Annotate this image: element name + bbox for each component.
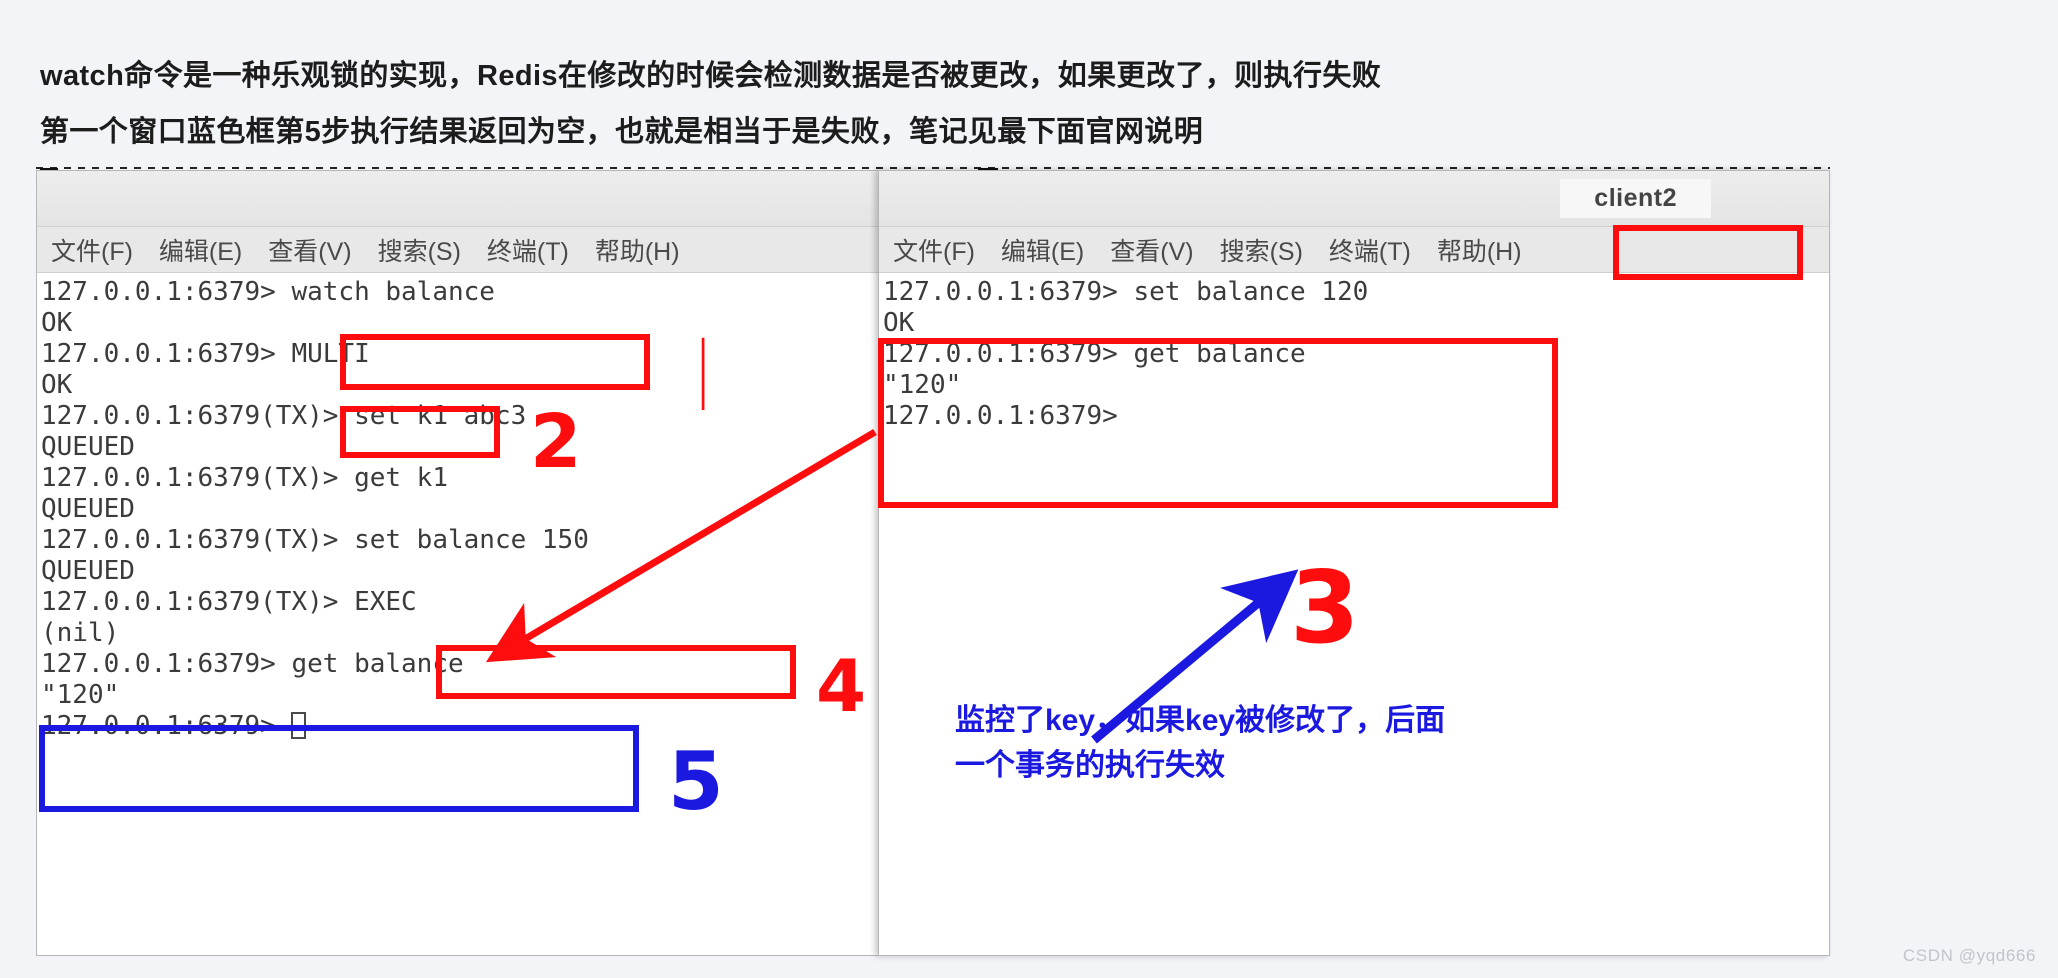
menu-item-help-right[interactable]: 帮助(H) (1437, 232, 1522, 268)
menu-item-file-right[interactable]: 文件(F) (893, 232, 975, 268)
terminal-line: 127.0.0.1:6379(TX)> get k1 (41, 463, 448, 493)
titlebar-right[interactable]: client2 (879, 171, 1829, 227)
menu-item-view-left[interactable]: 查看(V) (268, 232, 351, 268)
screenshot-root: watch命令是一种乐观锁的实现，Redis在修改的时候会检测数据是否被更改，如… (0, 0, 2058, 978)
headline-line-2: 第一个窗口蓝色框第5步执行结果返回为空，也就是相当于是失败，笔记见最下面官网说明 (40, 116, 1204, 148)
terminal-line: OK (883, 308, 915, 338)
step-number-1: | (698, 326, 708, 410)
menu-item-terminal-left[interactable]: 终端(T) (487, 232, 569, 268)
menubar-left[interactable]: 文件(F) 编辑(E) 查看(V) 搜索(S) 终端(T) 帮助(H) (37, 227, 880, 273)
highlight-box-exec-nil (39, 725, 639, 812)
terminal-line: QUEUED (41, 494, 135, 524)
headline-line-1: watch命令是一种乐观锁的实现，Redis在修改的时候会检测数据是否被更改，如… (40, 60, 1382, 92)
highlight-box-client2-commands (878, 338, 1558, 508)
terminal-window-left[interactable]: 文件(F) 编辑(E) 查看(V) 搜索(S) 终端(T) 帮助(H) 127.… (36, 170, 881, 956)
terminal-line: 127.0.0.1:6379(TX)> set balance 150 (41, 525, 589, 555)
annotation-note-line-2: 一个事务的执行失效 (955, 749, 1225, 782)
highlight-box-multi (340, 406, 500, 458)
menu-item-file-left[interactable]: 文件(F) (51, 232, 133, 268)
menu-item-edit-right[interactable]: 编辑(E) (1001, 232, 1084, 268)
highlight-box-client2-tab (1613, 225, 1803, 280)
step-number-5: 5 (668, 735, 724, 828)
titlebar-left[interactable] (37, 171, 880, 227)
terminal-line: QUEUED (41, 556, 135, 586)
terminal-line: 127.0.0.1:6379(TX)> EXEC (41, 587, 417, 617)
menu-item-search-right[interactable]: 搜索(S) (1220, 232, 1303, 268)
step-number-3: 3 (1290, 549, 1360, 666)
step-number-2: 2 (530, 399, 582, 485)
menu-item-help-left[interactable]: 帮助(H) (595, 232, 680, 268)
step-number-4: 4 (816, 644, 867, 728)
terminal-line: 127.0.0.1:6379> watch balance (41, 277, 495, 307)
menu-item-view-right[interactable]: 查看(V) (1110, 232, 1193, 268)
watermark: CSDN @yqd666 (1902, 946, 2036, 965)
menu-item-terminal-right[interactable]: 终端(T) (1329, 232, 1411, 268)
selection-dashed-band (36, 167, 1830, 169)
window-tab-client2[interactable]: client2 (1560, 179, 1711, 218)
highlight-box-set-balance-150 (436, 645, 796, 699)
terminal-line: 127.0.0.1:6379> set balance 120 (883, 277, 1369, 307)
highlight-box-watch-balance (340, 334, 650, 390)
annotation-note-line-1: 监控了key，如果key被修改了，后面 (955, 704, 1446, 737)
menu-item-edit-left[interactable]: 编辑(E) (159, 232, 242, 268)
menu-item-search-left[interactable]: 搜索(S) (378, 232, 461, 268)
